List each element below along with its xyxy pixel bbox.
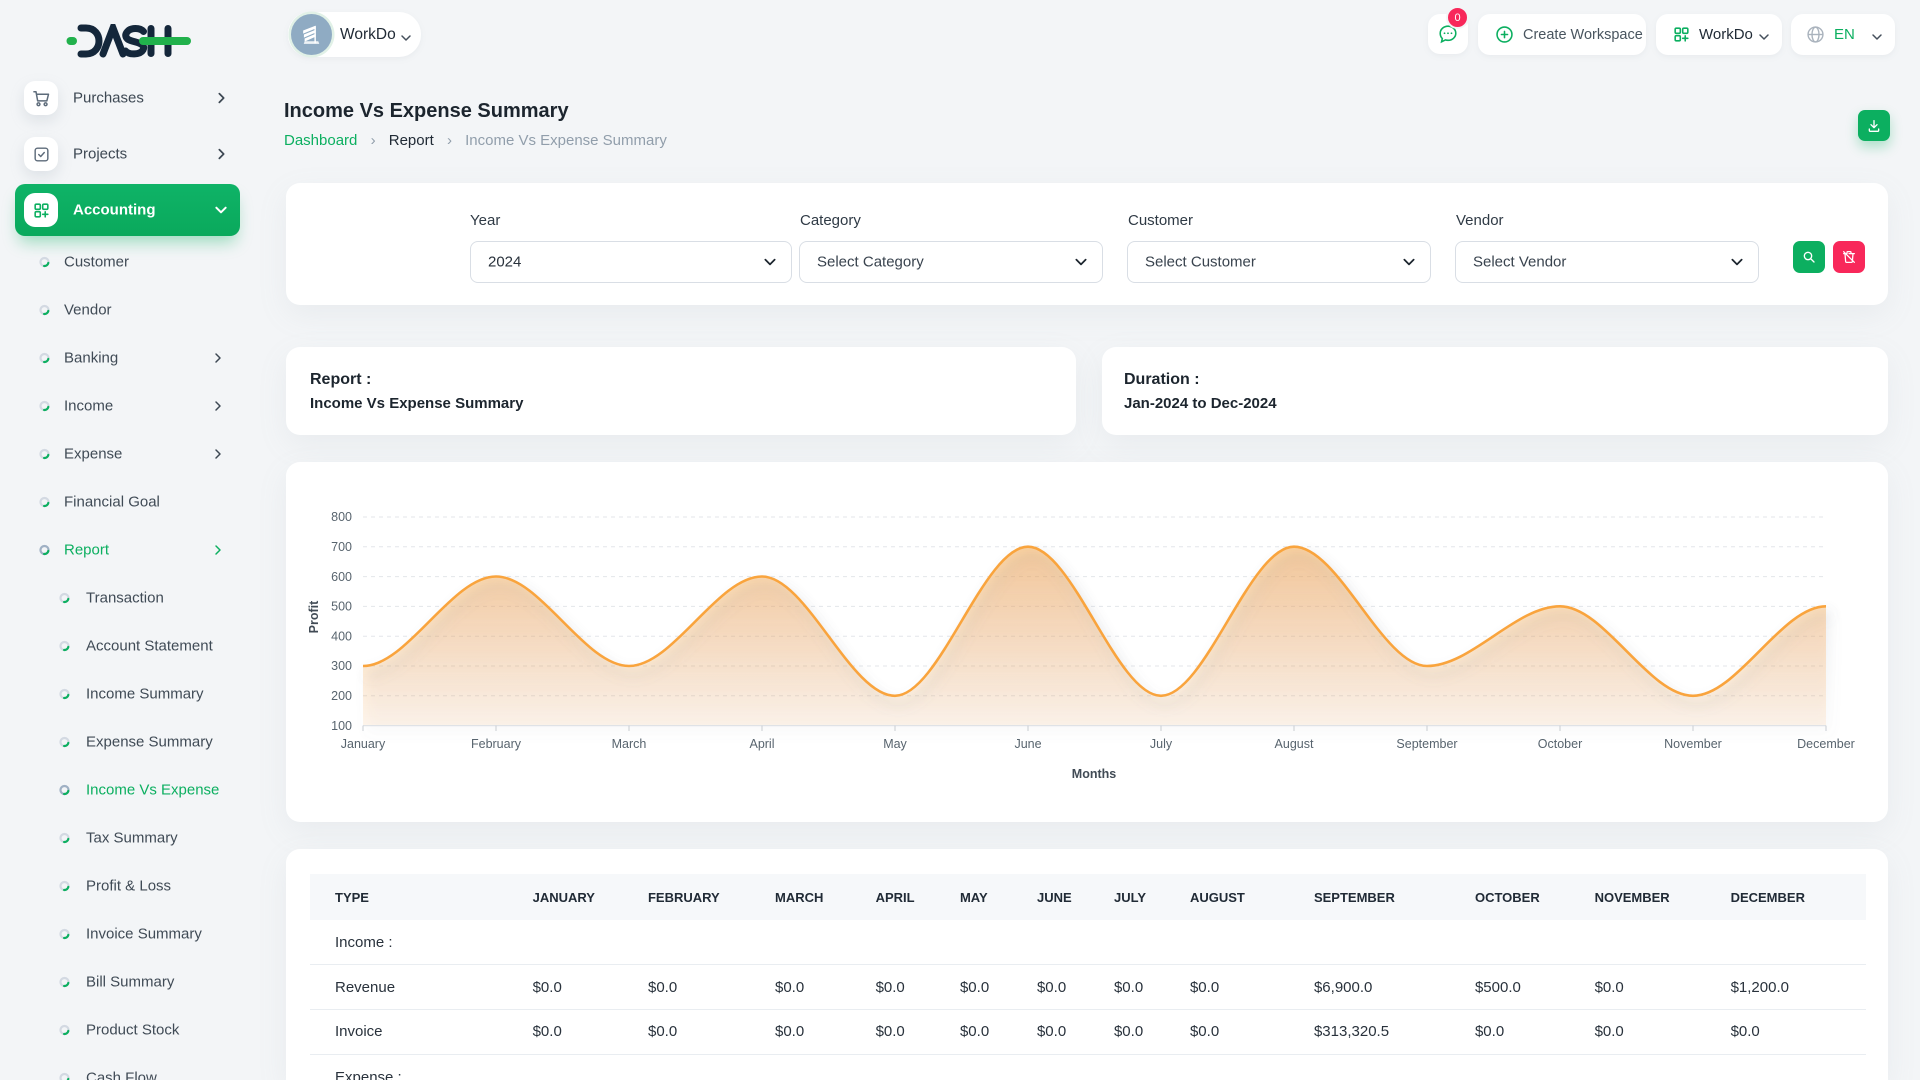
svg-text:May: May bbox=[883, 737, 907, 751]
svg-text:400: 400 bbox=[331, 629, 352, 643]
svg-text:August: August bbox=[1275, 737, 1314, 751]
svg-text:600: 600 bbox=[331, 570, 352, 584]
svg-text:200: 200 bbox=[331, 689, 352, 703]
svg-text:100: 100 bbox=[331, 719, 352, 733]
svg-text:November: November bbox=[1664, 737, 1722, 751]
svg-text:October: October bbox=[1538, 737, 1582, 751]
svg-text:Profit: Profit bbox=[307, 600, 321, 633]
svg-text:April: April bbox=[749, 737, 774, 751]
svg-text:January: January bbox=[341, 737, 386, 751]
svg-text:Months: Months bbox=[1072, 767, 1116, 781]
svg-text:300: 300 bbox=[331, 659, 352, 673]
svg-text:February: February bbox=[471, 737, 522, 751]
svg-text:800: 800 bbox=[331, 510, 352, 524]
svg-text:September: September bbox=[1396, 737, 1457, 751]
svg-text:June: June bbox=[1014, 737, 1041, 751]
svg-text:700: 700 bbox=[331, 540, 352, 554]
svg-text:December: December bbox=[1797, 737, 1855, 751]
svg-text:500: 500 bbox=[331, 600, 352, 614]
svg-text:March: March bbox=[612, 737, 647, 751]
svg-text:July: July bbox=[1150, 737, 1173, 751]
